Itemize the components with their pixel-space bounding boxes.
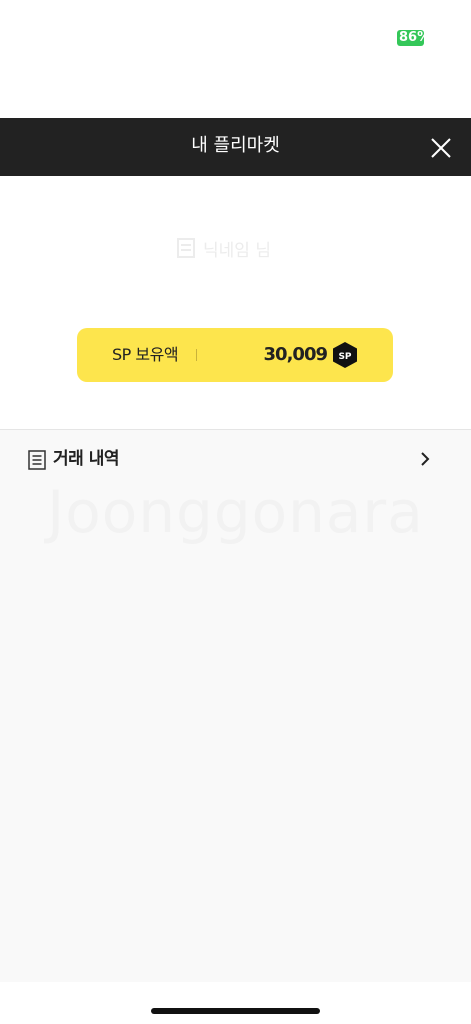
nickname-row: 닉네임 님 [177, 236, 271, 261]
sp-balance-label: SP 보유액 [112, 345, 179, 364]
bottom-bar [0, 982, 471, 1024]
watermark: Joonggonara [47, 478, 424, 546]
document-icon [28, 450, 46, 470]
page: 86% 내 플리마켓 닉네임 님 SP 보유액 30,009 [0, 0, 471, 1024]
chevron-right-icon [421, 452, 430, 466]
page-title: 내 플리마켓 [191, 135, 280, 156]
header-bar: 내 플리마켓 [0, 118, 471, 176]
nickname-label: 닉네임 님 [203, 240, 271, 261]
profile-icon [177, 238, 195, 258]
close-button[interactable] [424, 131, 458, 165]
status-bar: 86% [0, 0, 471, 118]
sp-balance-amount: 30,009 [263, 344, 328, 365]
close-icon [431, 138, 451, 158]
content-area: Joonggonara 거래 내역 [0, 430, 471, 982]
transaction-history-label: 거래 내역 [53, 449, 119, 469]
sp-coin-icon: SP [333, 342, 357, 368]
sp-balance-card[interactable]: SP 보유액 30,009 SP [77, 328, 393, 382]
battery-indicator: 86% [397, 30, 424, 46]
sp-divider [196, 349, 197, 361]
transaction-history-row[interactable]: 거래 내역 [0, 430, 471, 488]
home-indicator[interactable] [151, 1008, 320, 1014]
sp-coin-label: SP [338, 352, 351, 362]
profile-section: 닉네임 님 SP 보유액 30,009 SP [0, 176, 471, 429]
